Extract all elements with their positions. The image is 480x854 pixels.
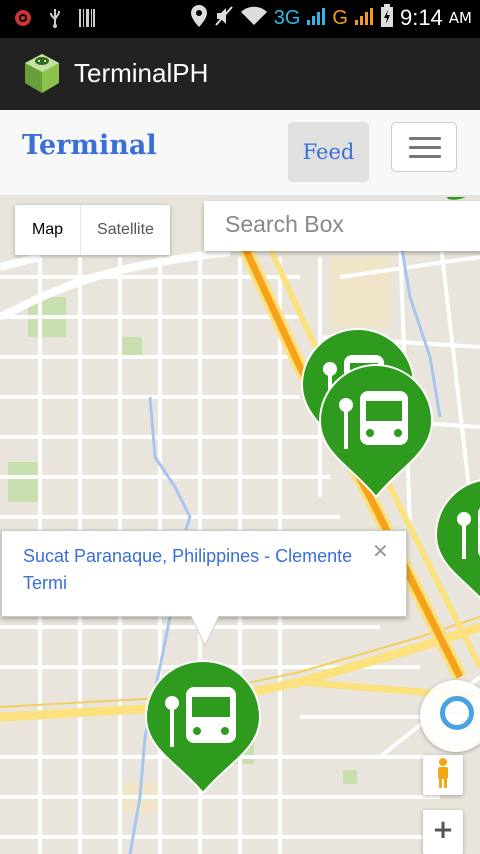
- bus-stop-marker[interactable]: [144, 659, 262, 799]
- street-view-pegman[interactable]: [423, 755, 463, 795]
- android-icon: [22, 52, 62, 100]
- bus-stop-marker[interactable]: [434, 477, 480, 617]
- usb-icon: [48, 8, 62, 32]
- network-3g-label: 3G: [273, 6, 301, 29]
- search-input[interactable]: Search Box: [204, 201, 480, 251]
- info-window-text: Sucat Paranaque, Philippines - Clemente …: [23, 546, 353, 593]
- map-type-satellite-button[interactable]: Satellite: [81, 205, 170, 255]
- map-type-map-button[interactable]: Map: [15, 205, 81, 255]
- zoom-in-button[interactable]: +: [423, 810, 463, 854]
- action-bar: TerminalPH: [0, 38, 480, 110]
- battery-icon: [380, 4, 394, 32]
- signal-g-icon: [354, 6, 374, 30]
- signal-3g-icon: [306, 6, 326, 30]
- record-icon: [14, 9, 32, 31]
- info-window: Sucat Paranaque, Philippines - Clemente …: [1, 530, 407, 617]
- network-g-label: G: [332, 6, 348, 29]
- web-navbar: Terminal Feed: [0, 110, 480, 196]
- wifi-icon: [240, 5, 268, 31]
- clock-ampm: AM: [448, 9, 472, 27]
- feed-button[interactable]: Feed: [288, 122, 369, 182]
- map-canvas[interactable]: Map Satellite Search Box Sucat Paranaque…: [0, 197, 480, 854]
- navbar-toggle-button[interactable]: [391, 122, 457, 172]
- pegman-icon: [434, 757, 452, 793]
- app-title: TerminalPH: [74, 58, 209, 88]
- clock-time: 9:14: [399, 5, 443, 30]
- barcode-icon: [78, 8, 96, 32]
- brand-link[interactable]: Terminal: [22, 130, 157, 161]
- location-icon: [190, 4, 208, 32]
- info-window-tail: [191, 616, 219, 648]
- status-bar: 3G G 9:14 AM: [0, 0, 480, 38]
- close-icon[interactable]: ✕: [372, 539, 389, 563]
- location-ring-icon: [440, 696, 474, 730]
- mute-icon: [214, 5, 234, 31]
- bus-stop-marker[interactable]: [318, 363, 434, 503]
- map-type-control: Map Satellite: [15, 205, 170, 255]
- app-screen: 3G G 9:14 AM TerminalPH Terminal Feed Ma…: [0, 0, 480, 854]
